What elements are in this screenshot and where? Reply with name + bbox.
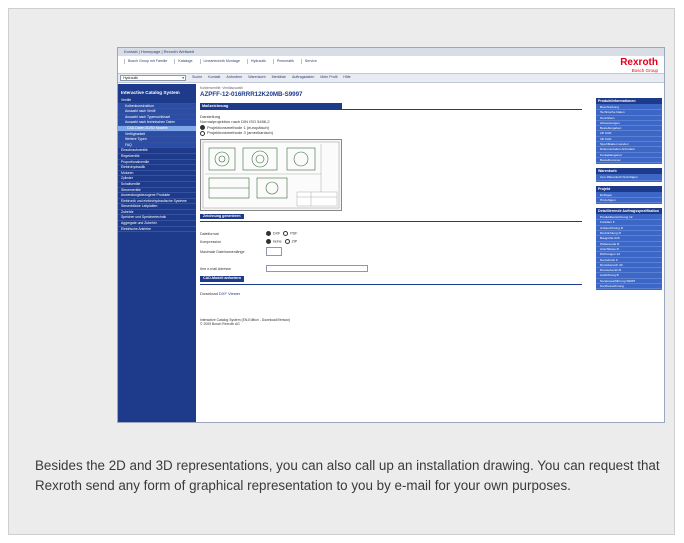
tab[interactable]: Service bbox=[300, 59, 320, 64]
compression-zip[interactable]: ZIP bbox=[284, 239, 298, 245]
tool-cart[interactable]: Warenkorb bbox=[248, 75, 265, 79]
chevron-down-icon: ▾ bbox=[182, 75, 184, 80]
projection-option-2[interactable]: Projektionsmethode 3 (amerikanisch) bbox=[200, 130, 582, 136]
drawing-icon bbox=[202, 141, 340, 209]
main-content: Kolbenventile: Ventilauswahl AZPFF-12-01… bbox=[200, 86, 582, 326]
tab[interactable]: Hydraulik bbox=[246, 59, 269, 64]
compression-label: Kompression bbox=[200, 239, 221, 244]
download-label: Download bbox=[200, 290, 218, 296]
left-sidebar: Interactive Catalog System Ventile Kolben… bbox=[118, 84, 196, 422]
dropdown-value: Hydraulik bbox=[123, 75, 138, 80]
format-dxf-label: DXF bbox=[273, 231, 281, 236]
tool-watchlist[interactable]: Merkliste bbox=[272, 75, 286, 79]
radio-icon[interactable] bbox=[266, 239, 271, 245]
format-label: Dateiformat bbox=[200, 231, 219, 236]
format-row: Dateiformat DXF PDF bbox=[200, 231, 582, 237]
generate-row: Zeichnung generieren bbox=[200, 213, 582, 220]
radio-icon[interactable] bbox=[283, 231, 289, 237]
compression-zip-label: ZIP bbox=[291, 239, 298, 244]
tool-profile[interactable]: Mein Profil bbox=[320, 75, 337, 79]
send-row: CAD-Modell anfordern bbox=[200, 275, 582, 282]
dxf-viewer-link[interactable]: DXF Viewer bbox=[219, 291, 240, 296]
toolbar-items: Suche Kontakt Anfordern Warenkorb Merkli… bbox=[192, 75, 351, 79]
top-links[interactable]: Kontakt | Homepage | Rexroth Weltweit bbox=[124, 49, 194, 54]
maxsize-input[interactable] bbox=[266, 247, 282, 257]
right-sidebar-item[interactable]: Kurzbezeichnung bbox=[596, 284, 662, 290]
compression-none-label: keine bbox=[273, 239, 282, 244]
option-label: Projektionsmethode 1 (europäisch) bbox=[207, 125, 270, 130]
compression-row: Kompression keine ZIP bbox=[200, 239, 582, 245]
figure-frame: Kontakt | Homepage | Rexroth Weltweit Bo… bbox=[8, 8, 675, 535]
right-sidebar: Produktinformationen Beschreibung Technisc… bbox=[596, 94, 662, 291]
format-pdf[interactable]: PDF bbox=[283, 231, 298, 237]
breadcrumb: Kolbenventile: Ventilauswahl bbox=[200, 86, 243, 90]
figure-caption: Besides the 2D and 3D representations, y… bbox=[35, 458, 660, 493]
tool-contact[interactable]: Kontakt bbox=[208, 75, 220, 79]
technical-drawing bbox=[200, 138, 342, 211]
tool-help[interactable]: Hilfe bbox=[343, 75, 350, 79]
top-bar: Kontakt | Homepage | Rexroth Weltweit bbox=[118, 48, 664, 56]
email-field[interactable] bbox=[266, 265, 368, 273]
sidebar-item[interactable]: Elektrische Antriebe bbox=[118, 227, 196, 233]
generate-drawing-button[interactable]: Zeichnung generieren bbox=[200, 213, 244, 220]
option-label: Projektionsmethode 3 (amerikanisch) bbox=[207, 130, 274, 136]
maxsize-label: Maximale Dateinamenlänge bbox=[200, 249, 245, 254]
download-row: Download DXF Viewer bbox=[200, 291, 582, 296]
maxsize-row: Maximale Dateinamenlänge bbox=[200, 247, 582, 257]
footer: Interactive Catalog System (EN-Edition -… bbox=[200, 318, 582, 326]
right-sidebar-item[interactable]: zum Warenkorb hinzufügen bbox=[596, 175, 662, 181]
divider bbox=[200, 221, 582, 223]
right-section-list: Produktbezeichnung 12 Funktion F Anbaurich… bbox=[596, 214, 662, 291]
radio-icon[interactable] bbox=[200, 130, 205, 136]
toolbar: Hydraulik ▾ Suche Kontakt Anfordern Ware… bbox=[118, 73, 664, 83]
request-cad-button[interactable]: CAD-Modell anfordern bbox=[200, 276, 245, 282]
format-pdf-label: PDF bbox=[290, 231, 298, 236]
format-dxf[interactable]: DXF bbox=[266, 231, 281, 237]
email-label: Ihre e-mail Adresse bbox=[200, 266, 231, 271]
radio-icon[interactable] bbox=[284, 239, 290, 245]
radio-icon[interactable] bbox=[266, 231, 271, 237]
sidebar-list: Ventile Kolbenkonstruktion Auswahl nach Ve… bbox=[118, 98, 196, 233]
email-row: Ihre e-mail Adresse bbox=[200, 265, 582, 273]
divider bbox=[200, 109, 582, 110]
tool-request[interactable]: Anfordern bbox=[226, 75, 242, 79]
tool-orders[interactable]: Auftragsdaten bbox=[292, 75, 314, 79]
page-title: AZPFF-12-016RRR12K20MB-S9997 bbox=[200, 91, 303, 98]
tab[interactable]: Kataloge bbox=[174, 59, 195, 64]
right-section-list: zum Warenkorb hinzufügen bbox=[596, 174, 662, 182]
tab[interactable]: Pneumatik bbox=[272, 59, 297, 64]
tab[interactable]: Lineartechnik Montage bbox=[199, 59, 243, 64]
right-sidebar-item[interactable]: Bestellnummer bbox=[596, 158, 662, 164]
main-tabs: Bosch Group mit Familie Kataloge Lineart… bbox=[124, 59, 320, 64]
right-sidebar-item[interactable]: Hinzufügen bbox=[596, 198, 662, 204]
logo-name: Rexroth bbox=[620, 57, 658, 68]
tab[interactable]: Bosch Group mit Familie bbox=[124, 59, 170, 64]
norm-label: Normalprojektion nach DIN ISO 5456-2 bbox=[200, 119, 270, 124]
right-section-list: Einfügen Hinzufügen bbox=[596, 191, 662, 205]
tool-search[interactable]: Suche bbox=[192, 75, 202, 79]
sidebar-title: Interactive Catalog System bbox=[121, 90, 180, 95]
footer-line-2: © 2005 Bosch Rexroth AG bbox=[200, 322, 240, 327]
catalog-screenshot: Kontakt | Homepage | Rexroth Weltweit Bo… bbox=[117, 47, 665, 423]
rexroth-logo[interactable]: Rexroth Bosch Group bbox=[620, 57, 658, 74]
right-section-list: Beschreibung Technische Daten Kennlinien Ab… bbox=[596, 104, 662, 165]
compression-none[interactable]: keine bbox=[266, 239, 282, 245]
category-dropdown[interactable]: Hydraulik ▾ bbox=[120, 74, 186, 81]
divider bbox=[200, 283, 582, 285]
